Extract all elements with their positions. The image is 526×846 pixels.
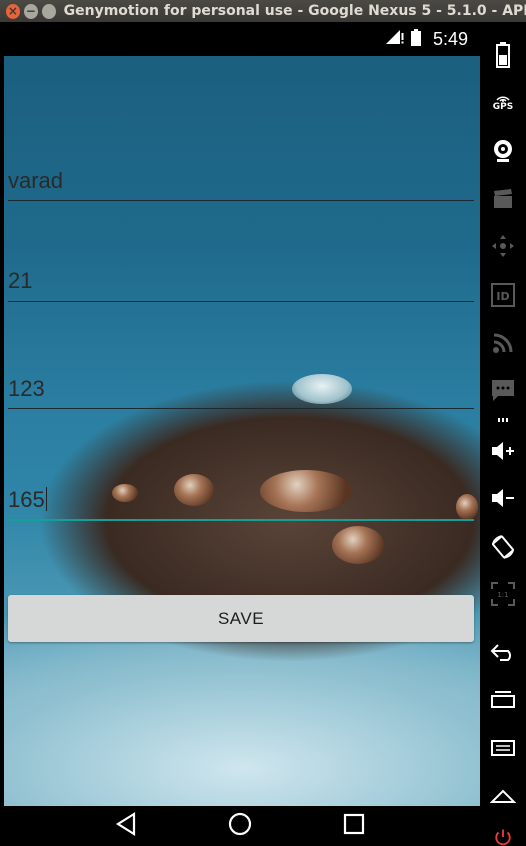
height-field[interactable]: 165 [8,463,474,521]
dpad-icon[interactable] [480,234,526,258]
field-underline [8,200,474,201]
navigation-bar [0,806,480,846]
name-field[interactable]: varad [8,144,474,201]
home-button[interactable] [228,812,252,840]
window-minimize-button[interactable]: − [23,3,38,19]
menu-icon[interactable] [480,740,526,756]
id-icon[interactable]: ID [480,283,526,307]
svg-text:ID: ID [496,290,509,303]
home-icon[interactable] [480,788,526,804]
signal-icon [385,29,405,49]
app-content: varad 21 123 165 SAVE [4,56,480,806]
text-cursor [45,487,47,511]
height-field-value: 165 [8,487,45,512]
gps-label: GPS [492,102,514,112]
status-bar: 5:49 [0,22,480,56]
window-maximize-button[interactable] [41,3,56,19]
back-button[interactable] [115,812,137,840]
phone-screen: 5:49 varad 21 123 165 SAVE [0,22,480,846]
recent-apps-icon[interactable] [480,690,526,708]
gps-icon[interactable]: GPS [480,92,526,112]
window-title-bar: × − Genymotion for personal use - Google… [0,0,526,22]
window-close-button[interactable]: × [6,3,20,19]
rss-icon[interactable] [480,332,526,354]
recent-apps-button[interactable] [343,813,365,839]
name-field-value: varad [8,168,64,193]
separator-dots-icon [480,418,526,422]
field-underline-focused [8,519,474,521]
age-field-value: 21 [8,268,33,293]
status-time: 5:49 [432,28,468,49]
save-button[interactable]: SAVE [8,595,474,642]
window-title: Genymotion for personal use - Google Nex… [63,3,526,19]
power-icon[interactable] [480,828,526,846]
rotate-icon[interactable] [480,534,526,560]
number-field[interactable]: 123 [8,353,474,409]
emulator-toolbar: GPS ID 1:1 [480,22,526,846]
number-field-value: 123 [8,376,45,401]
svg-text:1:1: 1:1 [497,591,508,599]
battery-icon[interactable] [480,42,526,68]
webcam-icon[interactable] [480,139,526,163]
water-drop [332,526,384,564]
volume-up-icon[interactable] [480,440,526,462]
pixel-perfect-icon[interactable]: 1:1 [480,582,526,606]
sms-icon[interactable] [480,378,526,404]
field-underline [8,301,474,302]
age-field[interactable]: 21 [8,246,474,302]
volume-down-icon[interactable] [480,487,526,509]
clapper-icon[interactable] [480,188,526,210]
field-underline [8,408,474,409]
back-icon[interactable] [480,643,526,661]
battery-icon [410,28,421,50]
